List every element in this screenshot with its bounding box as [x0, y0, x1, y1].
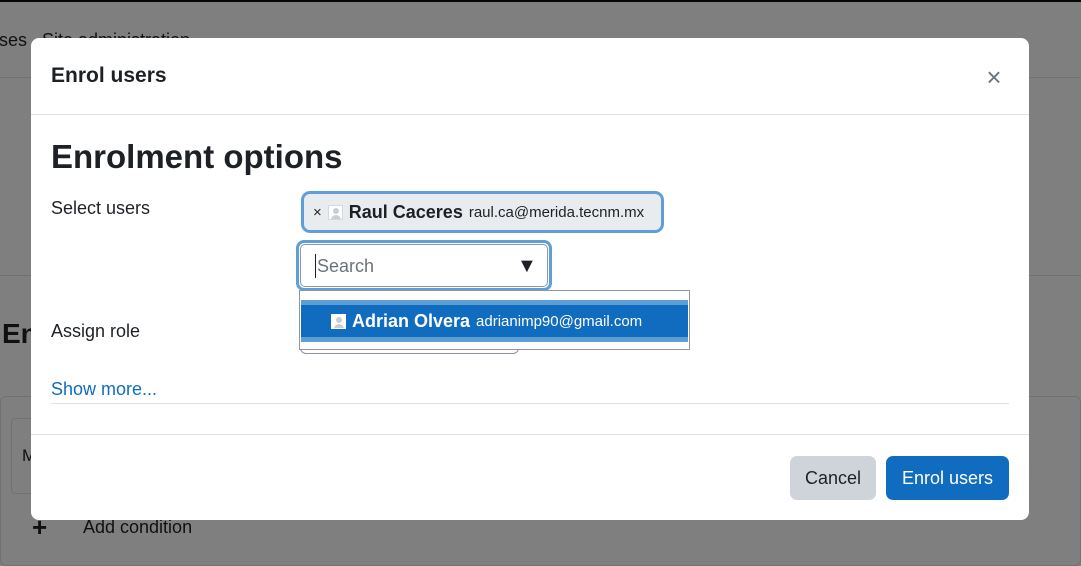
- suggestion-email: adrianimp90@gmail.com: [476, 312, 643, 330]
- cancel-button[interactable]: Cancel: [790, 456, 876, 500]
- close-icon[interactable]: ×: [981, 64, 1007, 90]
- enrol-users-dialog: Enrol users × Enrolment options Select u…: [31, 38, 1029, 520]
- footer-divider: [31, 434, 1029, 435]
- section-title: Enrolment options: [51, 138, 343, 175]
- suggestions-list: Adrian Olvera adrianimp90@gmail.com: [299, 290, 690, 350]
- user-avatar-icon: [327, 204, 343, 220]
- modal-title: Enrol users: [51, 64, 167, 87]
- suggestion-name: Adrian Olvera: [352, 310, 471, 331]
- form-divider: [51, 403, 1009, 404]
- select-users-label: Select users: [51, 198, 151, 218]
- remove-user-icon[interactable]: ×: [313, 204, 322, 221]
- dropdown-arrow-icon[interactable]: ▼: [517, 255, 537, 278]
- search-box[interactable]: ▼: [296, 240, 552, 291]
- selected-user-chip[interactable]: × Raul Caceres raul.ca@merida.tecnm.mx: [301, 191, 664, 233]
- selected-user-name: Raul Caceres: [348, 201, 463, 222]
- modal-header: Enrol users ×: [31, 38, 1029, 115]
- show-more-link[interactable]: Show more...: [51, 379, 157, 400]
- enrol-users-button[interactable]: Enrol users: [886, 456, 1009, 500]
- assign-role-label: Assign role: [51, 321, 141, 341]
- selected-user-email: raul.ca@merida.tecnm.mx: [468, 203, 645, 221]
- user-avatar-icon: [331, 313, 346, 329]
- suggestion-item[interactable]: Adrian Olvera adrianimp90@gmail.com: [301, 300, 688, 342]
- search-input[interactable]: [315, 254, 505, 278]
